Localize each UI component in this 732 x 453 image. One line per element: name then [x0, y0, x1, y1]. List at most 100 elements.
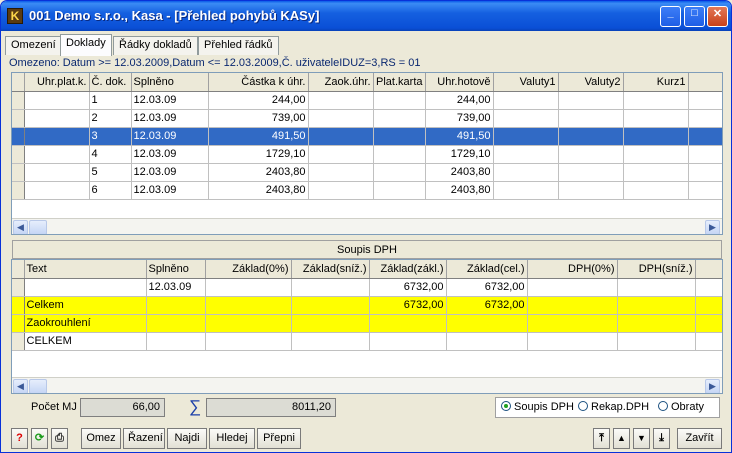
table-row[interactable]: Celkem 6732,00 6732,00 [12, 296, 722, 315]
tab-radky-dokladu[interactable]: Řádky dokladů [113, 36, 198, 55]
row-indicator[interactable] [12, 163, 25, 182]
prepni-button[interactable]: Přepni [257, 428, 301, 449]
column-header[interactable]: Splněno [131, 73, 209, 92]
table-row[interactable]: Zaokrouhlení [12, 314, 722, 333]
table-row[interactable]: 2 12.03.09 739,00 739,00 [12, 109, 722, 128]
tab-doklady[interactable]: Doklady [60, 34, 112, 56]
row-indicator[interactable] [12, 296, 25, 315]
table-cell [373, 127, 426, 146]
refresh-button[interactable]: ⟳ [31, 428, 48, 449]
row-indicator[interactable] [12, 109, 25, 128]
view-radio-group: Soupis DPH Rekap.DPH Obraty [495, 397, 720, 418]
column-header[interactable]: Valuty1 [493, 73, 559, 92]
table-cell: 1729,10 [425, 145, 494, 164]
soupis-horizontal-scrollbar[interactable]: ◀ ▶ [12, 377, 722, 393]
table-cell: 491,50 [208, 127, 309, 146]
previous-record-icon[interactable]: ▲ [613, 428, 630, 449]
column-header[interactable]: Částka k úhr. [208, 73, 309, 92]
maximize-button[interactable]: □ [684, 6, 705, 27]
row-indicator[interactable] [12, 145, 25, 164]
table-cell: 2403,80 [208, 163, 309, 182]
radio-obraty[interactable]: Obraty [658, 401, 704, 413]
scroll-thumb[interactable] [29, 220, 47, 234]
table-cell [24, 181, 90, 200]
column-header[interactable]: DPH(sníž.) [617, 260, 696, 279]
row-indicator[interactable] [12, 181, 25, 200]
column-header[interactable]: Text [24, 260, 147, 279]
print-button[interactable]: ⎙ [51, 428, 68, 449]
title-bar[interactable]: K 001 Demo s.r.o., Kasa - [Přehled pohyb… [1, 1, 731, 31]
table-cell: 5 [89, 163, 132, 182]
minimize-button[interactable]: _ [660, 6, 681, 27]
column-header[interactable]: Základ(0%) [205, 260, 292, 279]
first-record-icon[interactable]: ⤒ [593, 428, 610, 449]
table-cell [446, 332, 528, 351]
column-header[interactable]: Valuty2 [558, 73, 624, 92]
table-row[interactable]: 6 12.03.09 2403,80 2403,80 [12, 181, 722, 200]
table-row[interactable]: 3 12.03.09 491,50 491,50 [12, 127, 722, 146]
scroll-left-icon[interactable]: ◀ [13, 220, 28, 234]
column-header[interactable]: DPH(0%) [527, 260, 618, 279]
scroll-left-icon[interactable]: ◀ [13, 379, 28, 393]
scroll-right-icon[interactable]: ▶ [705, 220, 720, 234]
column-header[interactable]: D [695, 260, 722, 279]
column-header[interactable]: Základ(sníž.) [291, 260, 370, 279]
table-cell [308, 127, 374, 146]
tab-omezeni[interactable]: Omezení [5, 36, 62, 55]
razeni-button[interactable]: Řazení [123, 428, 165, 449]
zavrit-button[interactable]: Zavřít [677, 428, 722, 449]
doklady-horizontal-scrollbar[interactable]: ◀ ▶ [12, 218, 722, 234]
table-row[interactable]: 4 12.03.09 1729,10 1729,10 [12, 145, 722, 164]
next-record-icon[interactable]: ▼ [633, 428, 650, 449]
omez-button[interactable]: Omez [81, 428, 121, 449]
column-header[interactable]: Základ(cel.) [446, 260, 528, 279]
table-cell [24, 91, 90, 110]
column-header[interactable]: Kurz1 [623, 73, 689, 92]
app-icon: K [7, 8, 23, 24]
table-cell: 6732,00 [446, 278, 528, 297]
najdi-button[interactable]: Najdi [167, 428, 207, 449]
column-header[interactable]: Č. dok. [89, 73, 132, 92]
hledej-button[interactable]: Hledej [209, 428, 255, 449]
table-cell [308, 181, 374, 200]
table-row[interactable]: 1 12.03.09 244,00 244,00 [12, 91, 722, 110]
table-cell: 739,00 [425, 109, 494, 128]
column-header[interactable]: Plat.karta [373, 73, 426, 92]
last-record-icon[interactable]: ⤓ [653, 428, 670, 449]
table-cell [146, 332, 206, 351]
table-cell: 2 [89, 109, 132, 128]
table-cell: 12.03.09 [131, 145, 209, 164]
column-header[interactable]: Zaok.úhr. [308, 73, 374, 92]
table-cell: Zaokrouhlení [24, 314, 147, 333]
column-header[interactable]: K [688, 73, 722, 92]
table-cell [146, 296, 206, 315]
table-cell: 1 [89, 91, 132, 110]
row-indicator[interactable] [12, 91, 25, 110]
row-indicator[interactable] [12, 314, 25, 333]
help-button[interactable]: ? [11, 428, 28, 449]
column-header[interactable]: Základ(zákl.) [369, 260, 447, 279]
table-row[interactable]: 12.03.09 6732,00 6732,00 [12, 278, 722, 297]
table-cell: 739,00 [208, 109, 309, 128]
row-indicator[interactable] [12, 278, 25, 297]
table-cell: 491,50 [425, 127, 494, 146]
row-indicator[interactable] [12, 127, 25, 146]
column-header[interactable]: Uhr.plat.k. [24, 73, 90, 92]
table-cell [291, 278, 370, 297]
column-header[interactable]: Uhr.hotově [425, 73, 494, 92]
table-cell: 1729,10 [208, 145, 309, 164]
table-cell [291, 296, 370, 315]
scroll-right-icon[interactable]: ▶ [705, 379, 720, 393]
table-cell [688, 109, 722, 128]
table-cell [688, 181, 722, 200]
table-row[interactable]: CELKEM [12, 332, 722, 351]
tab-prehled-radku[interactable]: Přehled řádků [198, 36, 279, 55]
sum-icon: ∑ [189, 397, 202, 416]
table-row[interactable]: 5 12.03.09 2403,80 2403,80 [12, 163, 722, 182]
close-window-button[interactable]: ✕ [707, 6, 728, 27]
radio-rekap-dph[interactable]: Rekap.DPH [578, 401, 649, 413]
radio-soupis-dph[interactable]: Soupis DPH [501, 401, 574, 413]
column-header[interactable]: Splněno [146, 260, 206, 279]
row-indicator[interactable] [12, 332, 25, 351]
scroll-thumb[interactable] [29, 379, 47, 393]
